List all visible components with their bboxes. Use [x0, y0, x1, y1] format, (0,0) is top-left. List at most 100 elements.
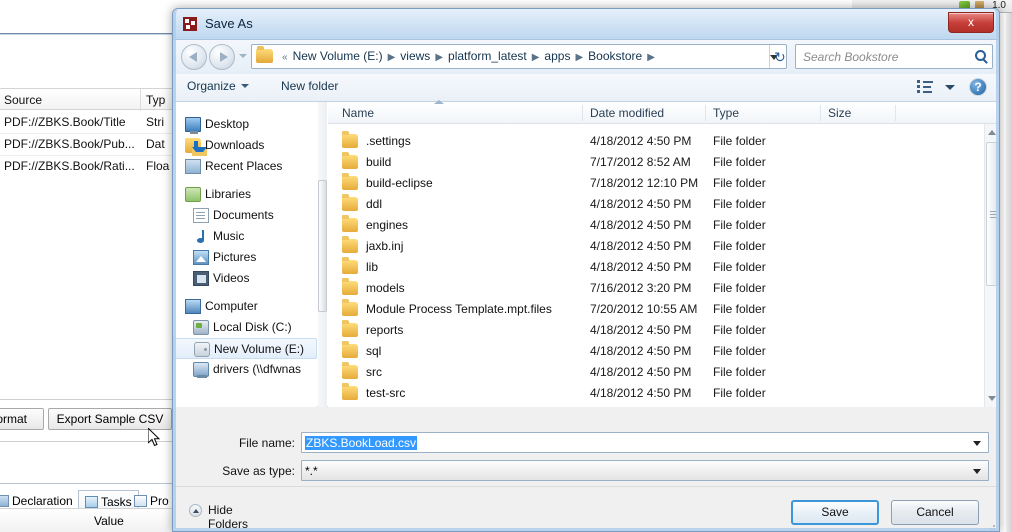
format-button[interactable]: Format: [0, 408, 44, 430]
file-name-cell: build-eclipse: [366, 176, 433, 190]
refresh-button[interactable]: ↻: [769, 45, 791, 68]
search-input[interactable]: Search Bookstore: [795, 44, 993, 69]
type-cell: File folder: [713, 260, 766, 274]
breadcrumb-item-0[interactable]: New Volume (E:): [292, 49, 384, 63]
background-column-type[interactable]: Typ: [146, 93, 165, 107]
breadcrumb-overflow[interactable]: «: [278, 52, 292, 63]
address-bar[interactable]: «New Volume (E:) ▶ views ▶ platform_latest ▶ a…: [251, 44, 787, 69]
nav-item-downloads[interactable]: Downloads: [173, 135, 317, 156]
breadcrumb-item-3[interactable]: apps: [543, 49, 571, 63]
declaration-icon: [0, 495, 9, 507]
breadcrumb-sep: ▶: [387, 52, 396, 63]
file-list-row[interactable]: ddl 4/18/2012 4:50 PM File folder: [328, 194, 985, 215]
save-button[interactable]: Save: [791, 500, 879, 525]
date-modified-cell: 7/20/2012 10:55 AM: [590, 302, 698, 316]
new-folder-button[interactable]: New folder: [281, 79, 338, 93]
breadcrumb-item-2[interactable]: platform_latest: [447, 49, 528, 63]
date-modified-cell: 4/18/2012 4:50 PM: [590, 365, 692, 379]
tab-declaration-label: Declaration: [12, 494, 73, 508]
cell-type: Dat: [146, 137, 165, 151]
breadcrumb-sep: ▶: [435, 52, 444, 63]
folder-icon: [342, 362, 358, 379]
file-name-cell: reports: [366, 323, 404, 337]
column-header-name[interactable]: Name: [342, 106, 374, 120]
file-list-row[interactable]: engines 4/18/2012 4:50 PM File folder: [328, 215, 985, 236]
nav-item-pictures[interactable]: Pictures: [173, 247, 317, 268]
date-modified-cell: 4/18/2012 4:50 PM: [590, 218, 692, 232]
file-name-cell: lib: [366, 260, 379, 274]
value-column-label: Value: [94, 514, 124, 528]
search-placeholder: Search Bookstore: [803, 50, 899, 64]
background-column-source[interactable]: Source: [4, 93, 42, 107]
forward-button[interactable]: [209, 44, 235, 70]
file-list-row[interactable]: src 4/18/2012 4:50 PM File folder: [328, 362, 985, 383]
folder-icon: [342, 152, 358, 169]
save-as-type-select[interactable]: *.*: [301, 460, 989, 481]
column-header-size[interactable]: Size: [828, 106, 851, 120]
nav-item-computer[interactable]: Computer: [173, 296, 317, 317]
date-modified-cell: 4/18/2012 4:50 PM: [590, 344, 692, 358]
resize-grip[interactable]: [987, 522, 995, 530]
breadcrumb-sep: ▶: [575, 52, 584, 63]
view-dropdown-icon[interactable]: [945, 85, 955, 90]
folder-icon: [342, 257, 358, 274]
chevron-down-icon[interactable]: [973, 441, 981, 446]
table-row[interactable]: PDF://ZBKS.Book/Title Stri: [0, 112, 176, 133]
history-dropdown-icon[interactable]: [239, 54, 247, 58]
nav-item-label: Recent Places: [205, 159, 283, 173]
cancel-button[interactable]: Cancel: [891, 500, 979, 525]
file-list-row[interactable]: jaxb.inj 4/18/2012 4:50 PM File folder: [328, 236, 985, 257]
nav-item-videos[interactable]: Videos: [173, 268, 317, 289]
pictures-icon: [193, 250, 209, 265]
breadcrumb-item-4[interactable]: Bookstore: [587, 49, 643, 63]
file-list-row[interactable]: build-eclipse 7/18/2012 12:10 PM File fold…: [328, 173, 985, 194]
breadcrumb-sep: ▶: [647, 52, 655, 63]
view-list-icon[interactable]: [917, 80, 933, 94]
nav-item-label: Videos: [213, 271, 250, 285]
navigation-scroll-thumb[interactable]: [318, 180, 327, 312]
scroll-up-icon[interactable]: [988, 130, 996, 135]
file-list-row[interactable]: test-src 4/18/2012 4:50 PM File folder: [328, 383, 985, 404]
file-list-scroll-thumb[interactable]: [986, 142, 999, 286]
folder-icon: [342, 383, 358, 400]
table-row[interactable]: PDF://ZBKS.Book/Pub... Dat: [0, 134, 176, 155]
export-sample-csv-button[interactable]: Export Sample CSV: [48, 408, 172, 430]
file-list-row[interactable]: .settings 4/18/2012 4:50 PM File folder: [328, 131, 985, 152]
breadcrumb-item-1[interactable]: views: [399, 49, 431, 63]
file-list-scrollbar[interactable]: [984, 124, 999, 407]
chevron-down-icon[interactable]: [973, 469, 981, 474]
column-header-type[interactable]: Type: [713, 106, 739, 120]
folder-icon: [342, 194, 358, 211]
folder-icon: [342, 320, 358, 337]
nav-item-drivers-dfwnas[interactable]: drivers (\\dfwnas: [173, 359, 317, 380]
dialog-title-bar[interactable]: Save As x: [173, 9, 999, 40]
date-modified-cell: 4/18/2012 4:50 PM: [590, 134, 692, 148]
nav-item-libraries[interactable]: Libraries: [173, 184, 317, 205]
back-button[interactable]: [181, 44, 207, 70]
form-area: File name: ZBKS.BookLoad.csv Save as typ…: [173, 408, 999, 486]
organize-button[interactable]: Organize: [187, 79, 249, 93]
file-list-row[interactable]: build 7/17/2012 8:52 AM File folder: [328, 152, 985, 173]
file-list-row[interactable]: Module Process Template.mpt.files 7/20/20…: [328, 299, 985, 320]
videos-icon: [193, 271, 209, 286]
nav-item-new-volume-e[interactable]: New Volume (E:): [173, 338, 317, 359]
file-list-row[interactable]: sql 4/18/2012 4:50 PM File folder: [328, 341, 985, 362]
column-header-date-modified[interactable]: Date modified: [590, 106, 664, 120]
file-list-row[interactable]: lib 4/18/2012 4:50 PM File folder: [328, 257, 985, 278]
nav-item-recent-places[interactable]: Recent Places: [173, 156, 317, 177]
nav-item-local-disk-c[interactable]: Local Disk (C:): [173, 317, 317, 338]
scroll-down-icon[interactable]: [988, 396, 996, 401]
nav-item-documents[interactable]: Documents: [173, 205, 317, 226]
file-list-row[interactable]: reports 4/18/2012 4:50 PM File folder: [328, 320, 985, 341]
type-cell: File folder: [713, 323, 766, 337]
close-button[interactable]: x: [948, 12, 994, 33]
cell-source: PDF://ZBKS.Book/Pub...: [4, 137, 135, 151]
application-icon: [183, 17, 197, 31]
file-name-input[interactable]: ZBKS.BookLoad.csv: [301, 432, 989, 453]
cell-type: Floa: [146, 159, 170, 173]
help-icon[interactable]: ?: [969, 78, 987, 96]
table-row[interactable]: PDF://ZBKS.Book/Rati... Floa: [0, 156, 176, 177]
nav-item-music[interactable]: Music: [173, 226, 317, 247]
file-list-row[interactable]: models 7/16/2012 3:20 PM File folder: [328, 278, 985, 299]
nav-item-desktop[interactable]: Desktop: [173, 114, 317, 135]
